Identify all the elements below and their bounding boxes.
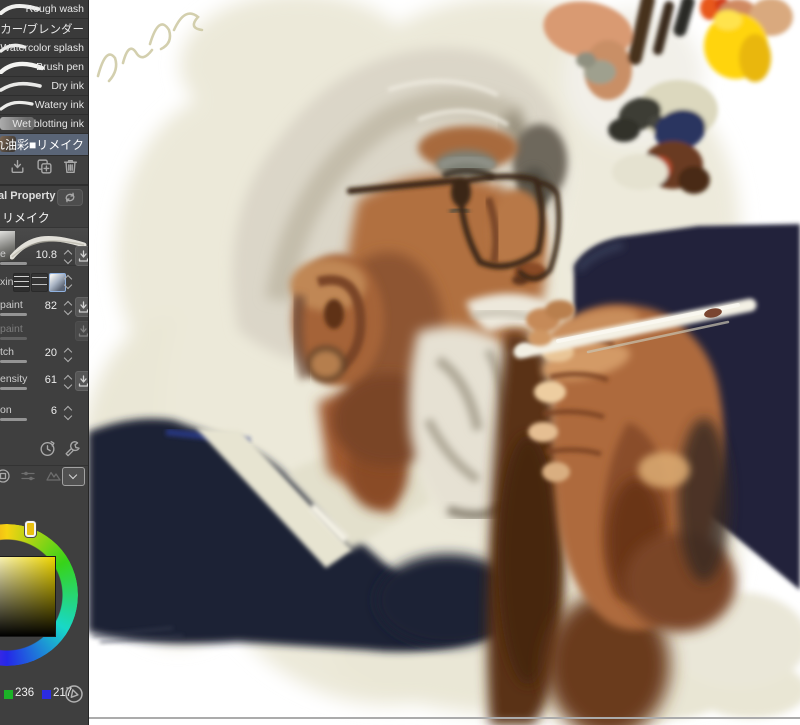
prop-value[interactable]: 20 bbox=[45, 347, 57, 359]
ear bbox=[290, 254, 384, 386]
prop-row-amount-of-paint: paint 82 bbox=[0, 297, 88, 321]
brush-item-label: Watercolor splash bbox=[0, 42, 84, 54]
mixing-option-2[interactable] bbox=[31, 273, 48, 292]
prop-value[interactable]: 82 bbox=[45, 300, 57, 312]
prop-slider[interactable] bbox=[0, 313, 27, 316]
brush-item-oil-remake[interactable]: れ油彩■リメイク bbox=[0, 134, 88, 156]
prop-label: paint bbox=[0, 323, 23, 335]
mixing-options bbox=[13, 273, 66, 292]
color-info-bar: 236 217 bbox=[0, 684, 88, 707]
green-channel-value: 236 bbox=[15, 687, 35, 699]
prop-slider[interactable] bbox=[0, 360, 27, 363]
prop-slider[interactable] bbox=[0, 262, 27, 265]
value-stepper[interactable] bbox=[63, 274, 73, 290]
hue-selector[interactable] bbox=[25, 521, 36, 537]
sync-icon[interactable] bbox=[57, 189, 83, 206]
brush-stroke-icon bbox=[0, 81, 42, 92]
import-brush-icon[interactable] bbox=[9, 158, 26, 175]
panel-divider bbox=[0, 184, 88, 186]
dynamics-button-disabled bbox=[75, 321, 88, 341]
subtool-name: リメイク bbox=[2, 211, 50, 225]
brush-item-brush-pen[interactable]: Brush pen bbox=[0, 58, 88, 77]
brush-item-label: Wet blotting ink bbox=[12, 118, 84, 130]
color-sliders-tab-icon[interactable] bbox=[20, 468, 37, 484]
brush-item-label: ーカー/ブレンダー bbox=[0, 23, 84, 36]
left-panel: Rough wash ーカー/ブレンダー Watercolor splash B… bbox=[0, 0, 89, 725]
prop-row-brush-size: e 10.8 bbox=[0, 246, 88, 270]
add-brush-icon[interactable] bbox=[36, 158, 53, 175]
tool-property-title: al Property bbox=[0, 190, 56, 202]
prop-row-brush-density: ensity 61 bbox=[0, 371, 88, 395]
prop-row-mixing: xing bbox=[0, 272, 88, 296]
prop-label: e bbox=[0, 248, 6, 260]
delete-brush-icon[interactable] bbox=[62, 158, 79, 175]
value-stepper[interactable] bbox=[63, 405, 73, 421]
prop-value[interactable]: 6 bbox=[51, 405, 57, 417]
brush-item-rough-wash[interactable]: Rough wash bbox=[0, 0, 88, 19]
green-channel-swatch bbox=[4, 690, 13, 699]
prop-row-color-stretch: tch 20 bbox=[0, 344, 88, 368]
brush-item-label: Rough wash bbox=[25, 3, 84, 15]
brush-item-dry-ink[interactable]: Dry ink bbox=[0, 77, 88, 96]
value-stepper[interactable] bbox=[63, 300, 73, 316]
prop-value[interactable]: 10.8 bbox=[36, 249, 57, 261]
value-stepper[interactable] bbox=[63, 347, 73, 363]
prop-row-stabilization: on 6 bbox=[0, 402, 88, 426]
brush-item-wet-blotting-ink[interactable]: Wet blotting ink bbox=[0, 115, 88, 134]
brush-list-actions bbox=[0, 150, 88, 182]
mixing-option-1[interactable] bbox=[13, 273, 30, 292]
dynamics-button[interactable] bbox=[75, 297, 88, 317]
wrench-icon[interactable] bbox=[63, 439, 82, 458]
brush-item-watery-ink[interactable]: Watery ink bbox=[0, 96, 88, 115]
dynamics-button[interactable] bbox=[75, 371, 88, 391]
color-wheel-tab-icon[interactable] bbox=[0, 468, 11, 484]
palette-dock-tabs bbox=[0, 465, 88, 488]
dynamics-button[interactable] bbox=[75, 246, 88, 266]
prop-slider[interactable] bbox=[0, 418, 27, 421]
tool-property-footer bbox=[0, 438, 88, 462]
prop-row-density-of-paint: paint bbox=[0, 321, 88, 345]
brush-item-watercolor-splash[interactable]: Watercolor splash bbox=[0, 39, 88, 58]
brush-item-marker-blender[interactable]: ーカー/ブレンダー bbox=[0, 19, 88, 39]
tool-property-header: al Property bbox=[0, 188, 88, 206]
value-stepper[interactable] bbox=[63, 374, 73, 390]
canvas-area bbox=[88, 0, 800, 725]
value-stepper[interactable] bbox=[63, 249, 73, 265]
prop-label: ensity bbox=[0, 373, 28, 385]
sub-tool-list: Rough wash ーカー/ブレンダー Watercolor splash B… bbox=[0, 0, 88, 156]
brush-item-label: Dry ink bbox=[51, 80, 84, 92]
collapse-panel-button[interactable] bbox=[62, 467, 85, 486]
prop-label: tch bbox=[0, 346, 15, 358]
saturation-value-square[interactable] bbox=[0, 556, 56, 637]
canvas-painting[interactable] bbox=[88, 0, 800, 725]
color-mountain-tab-icon[interactable] bbox=[45, 468, 62, 484]
prop-slider bbox=[0, 337, 27, 340]
prop-slider[interactable] bbox=[0, 387, 27, 390]
brush-item-label: れ油彩■リメイク bbox=[0, 138, 84, 152]
brush-item-label: Watery ink bbox=[34, 99, 84, 111]
canvas-bottom-scroll-line[interactable] bbox=[88, 717, 800, 719]
prop-label: paint bbox=[0, 299, 23, 311]
prop-label: on bbox=[0, 404, 12, 416]
reset-timer-icon[interactable] bbox=[38, 439, 57, 458]
prop-value[interactable]: 61 bbox=[45, 374, 57, 386]
timelapse-play-icon[interactable] bbox=[64, 684, 84, 707]
blue-channel-swatch bbox=[42, 690, 51, 699]
app-window: Rough wash ーカー/ブレンダー Watercolor splash B… bbox=[0, 0, 800, 725]
brush-item-label: Brush pen bbox=[36, 61, 84, 73]
